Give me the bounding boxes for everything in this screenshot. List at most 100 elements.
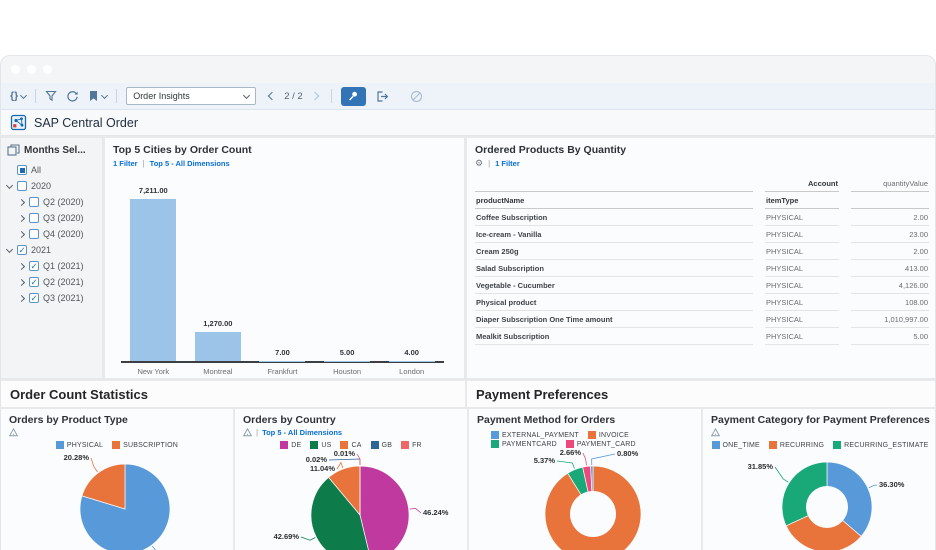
filter-link[interactable]: 1 Filter [495, 159, 520, 168]
window-control-close[interactable] [11, 65, 20, 74]
bookmark-menu-button[interactable] [88, 90, 107, 102]
exit-icon [375, 90, 389, 103]
table-cell-itemtype[interactable]: PHYSICAL [765, 277, 839, 294]
disabled-action-button[interactable] [410, 90, 423, 103]
table-column-header-productname[interactable]: productName [475, 192, 753, 209]
table-column-header-itemtype[interactable]: itemType [765, 192, 839, 209]
table-cell-itemtype[interactable]: PHYSICAL [765, 260, 839, 277]
dimensions-link[interactable]: Top 5 - All Dimensions [262, 428, 342, 437]
expander-icon[interactable] [19, 264, 29, 269]
story-page-dropdown[interactable]: Order Insights [126, 87, 256, 105]
legend-item[interactable]: INVOICE [588, 431, 629, 439]
filter-link[interactable]: 1 Filter [113, 159, 138, 168]
expander-icon[interactable] [19, 296, 29, 301]
table-cell-quantityvalue[interactable]: 413.00 [851, 260, 929, 277]
tree-item[interactable]: Q4 (2020) [7, 226, 98, 242]
tree-item[interactable]: 2020 [7, 178, 98, 194]
checkbox-unchecked[interactable] [29, 213, 39, 223]
checkbox-checked[interactable]: ✓ [29, 261, 39, 271]
table-group-header-blank[interactable] [475, 175, 753, 192]
table-cell-itemtype[interactable]: PHYSICAL [765, 294, 839, 311]
legend-item[interactable]: FR [401, 441, 422, 449]
table-cell-productname[interactable]: Mealkit Subscription [475, 328, 753, 345]
dimensions-link[interactable]: Top 5 - All Dimensions [150, 159, 230, 168]
table-cell-quantityvalue[interactable]: 23.00 [851, 226, 929, 243]
table-group-header-quantityvalue[interactable]: quantityValue [851, 175, 929, 192]
expander-icon[interactable] [19, 216, 29, 221]
expander-icon[interactable] [19, 232, 29, 237]
table-cell-itemtype[interactable]: PHYSICAL [765, 226, 839, 243]
legend-item[interactable]: GB [371, 441, 393, 449]
table-cell-productname[interactable]: Cream 250g [475, 243, 753, 260]
table-group-header-account[interactable]: Account [765, 175, 839, 192]
exit-fullscreen-button[interactable] [375, 90, 389, 103]
legend-item[interactable]: RECURRING [769, 441, 824, 449]
bar[interactable] [130, 199, 176, 361]
refresh-button[interactable] [66, 90, 79, 103]
warning-icon[interactable] [711, 428, 720, 437]
checkbox-checked[interactable]: ✓ [17, 245, 27, 255]
table-cell-itemtype[interactable]: PHYSICAL [765, 209, 839, 226]
legend-item[interactable]: PAYMENTCARD [491, 440, 557, 448]
table-cell-quantityvalue[interactable]: 5.00 [851, 328, 929, 345]
table-cell-itemtype[interactable]: PHYSICAL [765, 311, 839, 328]
expander-icon[interactable] [19, 280, 29, 285]
tree-item[interactable]: Q3 (2020) [7, 210, 98, 226]
warning-icon[interactable] [243, 428, 252, 437]
filter-button[interactable] [45, 90, 57, 102]
checkbox-checked[interactable]: ✓ [29, 277, 39, 287]
table-column-header-blank[interactable] [851, 192, 929, 209]
table-cell-productname[interactable]: Coffee Subscription [475, 209, 753, 226]
pie-data-label: 2.66% [560, 448, 582, 457]
table-cell-productname[interactable]: Salad Subscription [475, 260, 753, 277]
table-cell-quantityvalue[interactable]: 1,010,997.00 [851, 311, 929, 328]
checkbox-unchecked[interactable] [17, 181, 27, 191]
controls-menu-button[interactable]: {} [10, 90, 26, 102]
previous-page-button[interactable] [268, 92, 276, 100]
legend-item[interactable]: EXTERNAL_PAYMENT [491, 431, 579, 439]
legend-item[interactable]: US [310, 441, 331, 449]
legend-item[interactable]: CA [340, 441, 361, 449]
checkbox-partial[interactable] [17, 165, 27, 175]
tree-item[interactable]: Q2 (2020) [7, 194, 98, 210]
gear-icon[interactable]: ⚙ [475, 159, 483, 168]
table-cell-quantityvalue[interactable]: 2.00 [851, 243, 929, 260]
table-cell-productname[interactable]: Ice-cream - Vanilla [475, 226, 753, 243]
legend-item[interactable]: PAYMENT_CARD [566, 440, 636, 448]
legend-label: PAYMENT_CARD [577, 441, 636, 448]
tree-item[interactable]: ✓2021 [7, 242, 98, 258]
table-cell-productname[interactable]: Diaper Subscription One Time amount [475, 311, 753, 328]
legend-item[interactable]: DE [280, 441, 301, 449]
table-cell-quantityvalue[interactable]: 4,126.00 [851, 277, 929, 294]
pie-slice-DE[interactable] [360, 466, 409, 550]
window-control-maximize[interactable] [43, 65, 52, 74]
expander-icon[interactable] [19, 200, 29, 205]
pin-button-active[interactable] [341, 87, 366, 106]
checkbox-unchecked[interactable] [29, 197, 39, 207]
label-leader-line [301, 537, 315, 540]
next-page-button[interactable] [310, 92, 318, 100]
table-cell-quantityvalue[interactable]: 2.00 [851, 209, 929, 226]
legend-item[interactable]: SUBSCRIPTION [112, 441, 178, 449]
tree-item[interactable]: All [7, 162, 98, 178]
expander-icon[interactable] [7, 185, 17, 188]
bar[interactable] [195, 332, 241, 361]
table-cell-productname[interactable]: Vegetable - Cucumber [475, 277, 753, 294]
table-cell-productname[interactable]: Physical product [475, 294, 753, 311]
filter-panel-header[interactable]: Months Sel... [7, 144, 98, 156]
table-cell-itemtype[interactable]: PHYSICAL [765, 328, 839, 345]
table-cell-quantityvalue[interactable]: 108.00 [851, 294, 929, 311]
window-control-minimize[interactable] [27, 65, 36, 74]
legend-item[interactable]: RECURRING_ESTIMATE [833, 441, 928, 449]
checkbox-checked[interactable]: ✓ [29, 293, 39, 303]
chart-legend: EXTERNAL_PAYMENT INVOICE PAYMENTCARD PAYMEN… [477, 431, 693, 448]
tree-item[interactable]: ✓Q1 (2021) [7, 258, 98, 274]
tree-item[interactable]: ✓Q2 (2021) [7, 274, 98, 290]
table-cell-itemtype[interactable]: PHYSICAL [765, 243, 839, 260]
warning-icon[interactable] [9, 428, 18, 437]
tree-item[interactable]: ✓Q3 (2021) [7, 290, 98, 306]
checkbox-unchecked[interactable] [29, 229, 39, 239]
legend-item[interactable]: PHYSICAL [56, 441, 103, 449]
legend-item[interactable]: ONE_TIME [712, 441, 760, 449]
expander-icon[interactable] [7, 249, 17, 252]
